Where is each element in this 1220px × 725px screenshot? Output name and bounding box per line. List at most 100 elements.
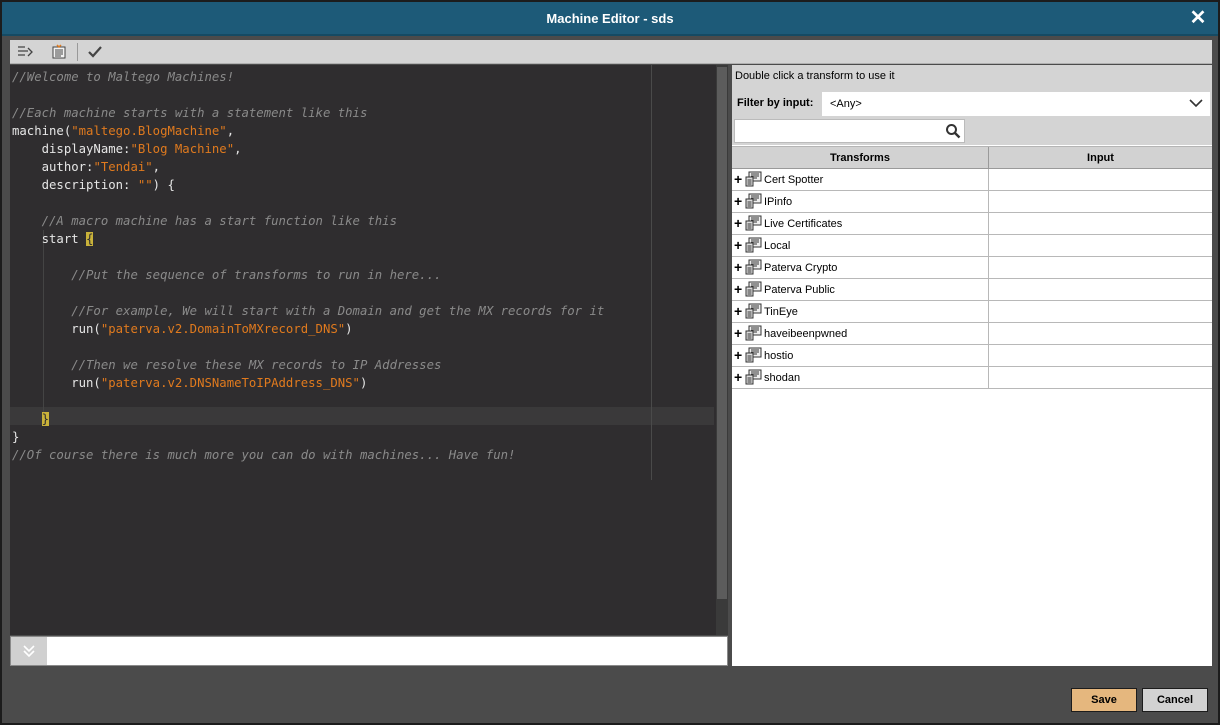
expand-plus-icon[interactable]: +	[734, 282, 742, 296]
expand-plus-icon[interactable]: +	[734, 304, 742, 318]
filter-row: Filter by input: <Any>	[732, 91, 1212, 117]
close-icon[interactable]: ✕	[1188, 8, 1208, 28]
editor-toolbar	[10, 40, 1212, 64]
transform-name: shodan	[764, 372, 801, 384]
column-separator	[988, 323, 989, 344]
transform-row[interactable]: + shodan	[732, 367, 1212, 389]
expand-plus-icon[interactable]: +	[734, 238, 742, 252]
column-header-transforms[interactable]: Transforms	[732, 152, 988, 164]
transform-server-icon	[745, 303, 762, 319]
transform-server-icon	[745, 215, 762, 231]
editor-scrollbar[interactable]	[716, 65, 728, 635]
search-icon[interactable]	[945, 123, 961, 139]
code-line: //A macro machine has a start function l…	[12, 212, 604, 230]
transform-server-icon	[745, 193, 762, 209]
code-token-plain: }	[12, 430, 20, 444]
code-token-string: "Blog Machine"	[130, 142, 235, 156]
transform-row[interactable]: + Live Certificates	[732, 213, 1212, 235]
transform-row[interactable]: + TinEye	[732, 301, 1212, 323]
code-token-comment: //Of course there is much more you can d…	[12, 448, 516, 462]
transform-server-icon	[745, 237, 762, 253]
expand-output-button[interactable]	[11, 637, 47, 665]
transform-row[interactable]: + Local	[732, 235, 1212, 257]
indent-button[interactable]	[14, 42, 36, 62]
transform-server-icon	[745, 347, 762, 363]
code-token-plain: description:	[12, 178, 138, 192]
transform-name: Cert Spotter	[764, 174, 824, 186]
code-token-plain: ) {	[152, 178, 175, 192]
transform-name: haveibeenpwned	[764, 328, 848, 340]
code-token-string: "Tendai"	[93, 160, 153, 174]
transform-name: hostio	[764, 350, 794, 362]
cancel-button[interactable]: Cancel	[1142, 688, 1208, 712]
checkmark-icon	[88, 46, 102, 58]
transform-server-icon	[745, 369, 762, 385]
code-token-plain: start	[12, 232, 87, 246]
code-token-string: "paterva.v2.DNSNameToIPAddress_DNS"	[100, 376, 360, 390]
code-line: //Put the sequence of transforms to run …	[12, 266, 604, 284]
transform-row[interactable]: + Cert Spotter	[732, 169, 1212, 191]
indent-icon	[18, 46, 33, 57]
transform-row[interactable]: + hostio	[732, 345, 1212, 367]
code-token-comment: //Put the sequence of transforms to run …	[12, 268, 442, 282]
validate-button[interactable]	[84, 42, 106, 62]
code-line: }	[12, 410, 604, 428]
code-token-string: ""	[137, 178, 153, 192]
code-line: run("paterva.v2.DomainToMXrecord_DNS")	[12, 320, 604, 338]
filter-select[interactable]: <Any>	[822, 92, 1210, 116]
transform-server-icon	[745, 325, 762, 341]
transform-row[interactable]: + IPinfo	[732, 191, 1212, 213]
expand-plus-icon[interactable]: +	[734, 348, 742, 362]
code-token-plain: )	[359, 376, 368, 390]
save-button[interactable]: Save	[1071, 688, 1137, 712]
table-header: Transforms Input	[732, 146, 1212, 169]
transform-server-icon	[745, 281, 762, 297]
transform-row[interactable]: + Paterva Public	[732, 279, 1212, 301]
transform-name: Local	[764, 240, 791, 252]
code-token-plain: machine(	[12, 124, 72, 138]
code-line: //For example, We will start with a Doma…	[12, 302, 604, 320]
command-bar	[10, 636, 728, 666]
command-input[interactable]	[49, 639, 721, 663]
code-token-plain: ,	[226, 124, 235, 138]
expand-plus-icon[interactable]: +	[734, 260, 742, 274]
transform-search-box	[734, 119, 965, 143]
column-separator	[988, 279, 989, 300]
transform-server-icon	[745, 171, 762, 187]
machine-script[interactable]: //Welcome to Maltego Machines! //Each ma…	[12, 68, 604, 464]
expand-plus-icon[interactable]: +	[734, 326, 742, 340]
transform-name: Paterva Public	[764, 284, 835, 296]
column-separator	[988, 169, 989, 190]
transform-row[interactable]: + Paterva Crypto	[732, 257, 1212, 279]
code-token-comment: //Each machine starts with a statement l…	[12, 106, 368, 120]
column-separator	[988, 367, 989, 388]
code-token-string: "maltego.BlogMachine"	[71, 124, 227, 138]
code-token-plain: author:	[12, 160, 94, 174]
transform-name: TinEye	[764, 306, 798, 318]
code-token-comment: //For example, We will start with a Doma…	[12, 304, 605, 318]
expand-plus-icon[interactable]: +	[734, 194, 742, 208]
filter-value: <Any>	[830, 98, 862, 110]
code-line: //Welcome to Maltego Machines!	[12, 68, 604, 86]
code-line: run("paterva.v2.DNSNameToIPAddress_DNS")	[12, 374, 604, 392]
code-token-plain: run(	[12, 376, 101, 390]
column-header-input[interactable]: Input	[989, 152, 1212, 164]
transform-name: Paterva Crypto	[764, 262, 838, 274]
code-line: //Then we resolve these MX records to IP…	[12, 356, 604, 374]
code-line: //Each machine starts with a statement l…	[12, 104, 604, 122]
code-token-comment: //Welcome to Maltego Machines!	[12, 70, 235, 84]
code-line: //Of course there is much more you can d…	[12, 446, 604, 464]
transform-row[interactable]: + haveibeenpwned	[732, 323, 1212, 345]
code-line: displayName:"Blog Machine",	[12, 140, 604, 158]
expand-plus-icon[interactable]: +	[734, 370, 742, 384]
editor-scrollbar-thumb[interactable]	[717, 67, 727, 599]
code-token-plain: ,	[234, 142, 242, 156]
expand-plus-icon[interactable]: +	[734, 216, 742, 230]
code-editor[interactable]: //Welcome to Maltego Machines! //Each ma…	[10, 65, 728, 635]
expand-plus-icon[interactable]: +	[734, 172, 742, 186]
transform-search-input[interactable]	[739, 123, 939, 139]
format-button[interactable]	[48, 42, 70, 62]
